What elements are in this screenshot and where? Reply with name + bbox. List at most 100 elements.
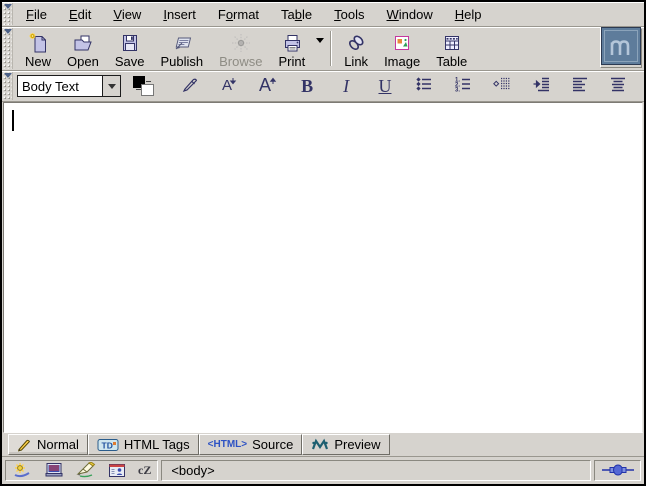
toolbar-separator [330,31,332,66]
background-color-swatch[interactable] [141,84,154,96]
decrease-font-button[interactable]: A [217,74,241,98]
publish-icon [171,32,193,54]
publish-button[interactable]: Publish [152,28,211,69]
svg-text:A: A [222,77,232,94]
element-path-panel: <body> [161,460,591,481]
image-icon [391,32,413,54]
menu-format[interactable]: Format [207,4,270,25]
format-buttons: A A BIU 1.2.3. [157,74,644,98]
underline-button[interactable]: U [373,74,397,98]
addressbook-button[interactable] [108,463,126,478]
indent-button[interactable] [529,74,553,98]
editor-canvas[interactable] [3,102,643,433]
edit-mode-tabbar: NormalTDHTML Tags<HTML>SourcePreview [2,433,644,457]
print-icon [281,32,303,54]
new-button[interactable]: New [17,28,59,69]
navigator-icon [12,462,32,478]
open-button[interactable]: Open [59,28,107,69]
browse-button: Browse [211,28,270,69]
numbered-list-icon: 1.2.3. [454,75,472,98]
menu-file[interactable]: File [15,4,58,25]
svg-text:TD: TD [101,440,112,450]
tab-html-tags[interactable]: TDHTML Tags [88,434,199,455]
chatzilla-button[interactable]: cZ [138,463,151,478]
menu-window[interactable]: Window [376,4,444,25]
save-floppy-icon [119,32,141,54]
mozilla-logo-icon [601,27,641,70]
font-larger-icon: A [257,74,279,99]
online-status-button[interactable] [594,460,641,481]
mail-icon [44,462,64,478]
numbered-list-button[interactable]: 1.2.3. [451,74,475,98]
paragraph-style-select[interactable]: Body Text [17,75,121,97]
tab-normal[interactable]: Normal [8,434,88,455]
menu-items: FileEditViewInsertFormatTableToolsWindow… [15,2,493,26]
table-icon [441,32,463,54]
chatzilla-icon: cZ [138,463,151,478]
menu-insert[interactable]: Insert [152,4,207,25]
collapse-arrow-icon [4,29,12,34]
open-folder-icon [72,32,94,54]
menubar-grippy[interactable] [3,3,13,25]
menu-view[interactable]: View [102,4,152,25]
tab-preview[interactable]: Preview [302,434,389,455]
image-button[interactable]: Image [376,28,428,69]
table-button[interactable]: Table [428,28,475,69]
element-path: <body> [171,463,214,478]
navigator-button[interactable] [12,462,32,478]
new-page-icon [27,32,49,54]
menu-help[interactable]: Help [444,4,493,25]
increase-font-button[interactable]: A [256,74,280,98]
text-caret [12,110,14,131]
mail-button[interactable] [44,462,64,478]
print-dropdown-arrow[interactable] [313,38,326,43]
menubar: FileEditViewInsertFormatTableToolsWindow… [2,2,644,27]
bold-button[interactable]: B [295,74,319,98]
browse-icon [230,32,252,54]
align-center-icon [609,75,627,98]
indent-icon [532,75,550,98]
paragraph-style-value: Body Text [18,76,102,96]
format-toolbar: Body Text A A BIU 1.2.3. [2,71,644,102]
main-toolbar-grippy[interactable] [3,28,13,69]
outdent-button[interactable] [490,74,514,98]
align-center-button[interactable] [606,74,630,98]
collapse-arrow-icon [4,73,12,78]
svg-text:A: A [259,75,271,94]
main-toolbar: NewOpenSavePublishBrowsePrint LinkImageTa… [2,27,644,71]
menu-tools[interactable]: Tools [323,4,375,25]
component-bar: cZ [5,460,158,481]
format-toolbar-grippy[interactable] [3,72,13,100]
composer-icon [76,462,96,478]
addressbook-icon [108,463,126,478]
collapse-arrow-icon [4,4,12,9]
normal-pen-icon [17,438,32,452]
menu-edit[interactable]: Edit [58,4,102,25]
composer-button[interactable] [76,462,96,478]
tab-source[interactable]: <HTML>Source [199,434,303,455]
text-color-picker[interactable] [133,75,157,97]
highlight-pen-button[interactable] [178,74,202,98]
print-button[interactable]: Print [270,28,313,69]
link-button[interactable]: Link [336,28,376,69]
chevron-down-icon[interactable] [102,76,120,96]
menu-table[interactable]: Table [270,4,323,25]
bullet-list-button[interactable] [412,74,436,98]
outdent-icon [493,75,511,98]
italic-button[interactable]: I [334,74,358,98]
html-source-icon: <HTML> [208,439,247,450]
align-left-icon [571,75,589,98]
pen-icon [180,74,200,99]
online-plug-icon [601,463,635,477]
html-tags-icon: TD [97,438,119,452]
link-icon [345,32,367,54]
font-smaller-icon: A [219,74,239,99]
save-button[interactable]: Save [107,28,153,69]
statusbar: cZ <body> [2,457,644,484]
align-left-button[interactable] [568,74,592,98]
svg-text:3.: 3. [455,87,460,93]
mozilla-logo-button[interactable] [600,28,642,68]
composer-window: FileEditViewInsertFormatTableToolsWindow… [0,0,646,486]
main-toolbar-buttons: NewOpenSavePublishBrowsePrint LinkImageTa… [15,27,600,70]
bullet-list-icon [415,75,433,98]
